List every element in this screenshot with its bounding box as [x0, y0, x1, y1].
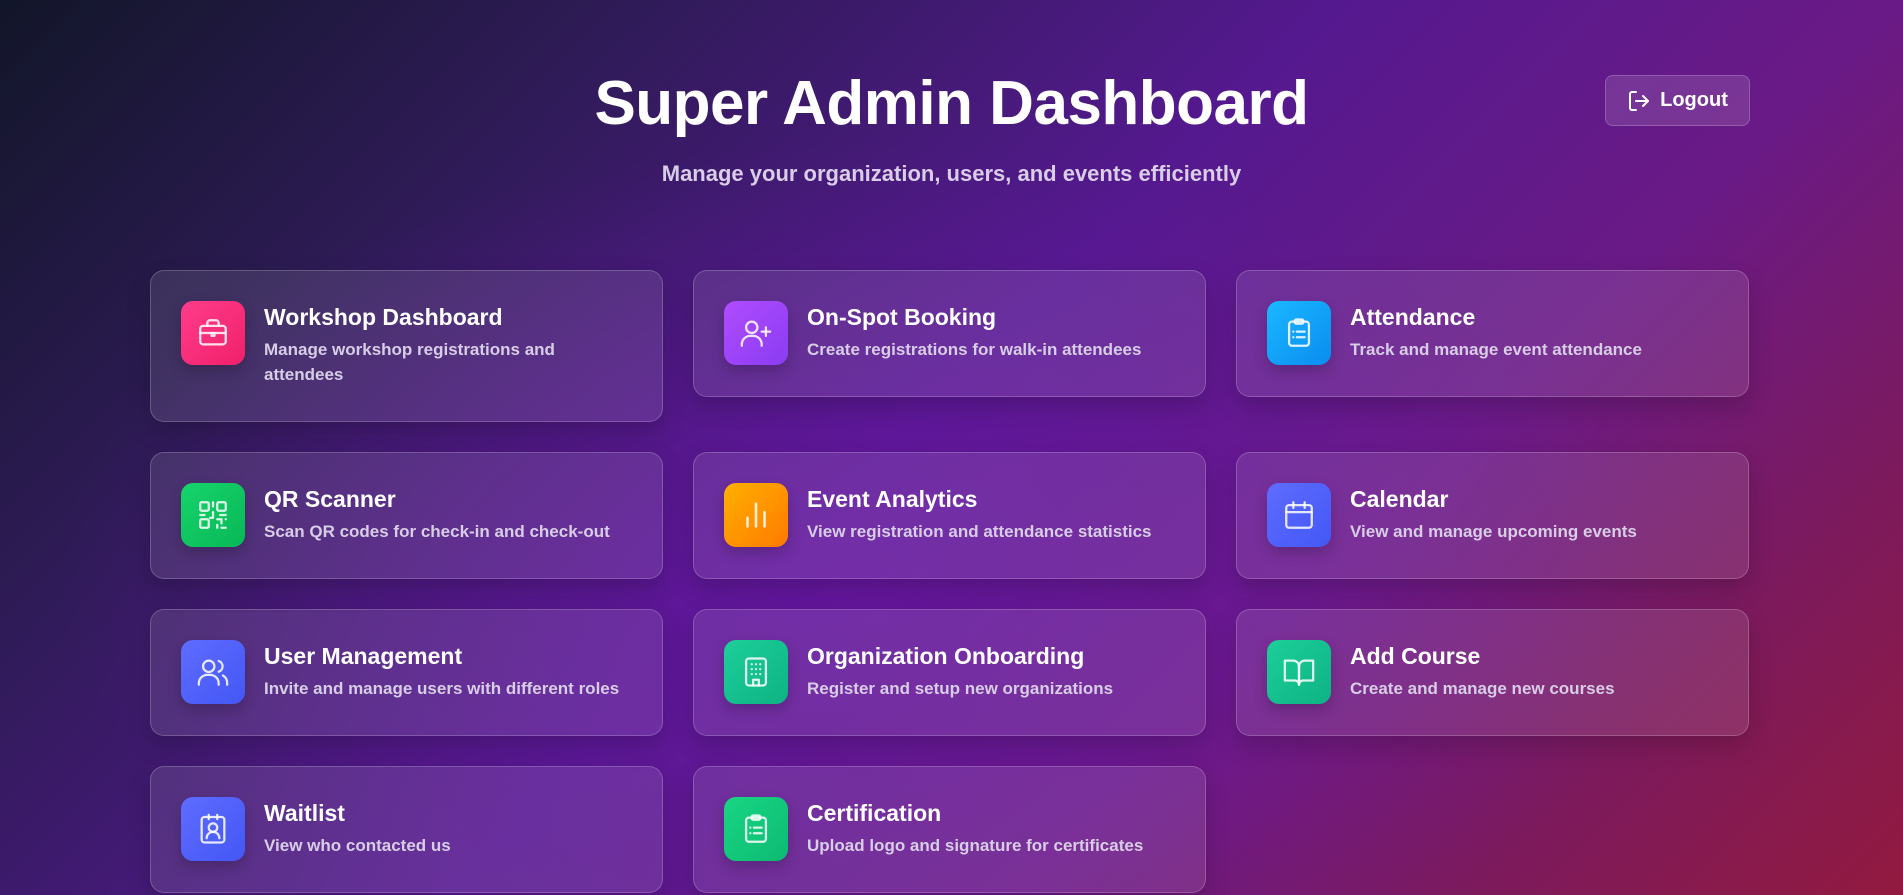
card-title: Certification: [807, 800, 942, 826]
card-description: Create and manage new courses: [1350, 679, 1615, 698]
card-qr-scanner[interactable]: QR Scanner Scan QR codes for check-in an…: [150, 452, 663, 579]
qr-code-icon: [181, 483, 245, 547]
users-icon: [181, 640, 245, 704]
logout-icon: [1627, 89, 1651, 113]
calendar-icon: [1267, 483, 1331, 547]
card-title: Waitlist: [264, 800, 345, 826]
card-description: View registration and attendance statist…: [807, 522, 1152, 541]
logout-button[interactable]: Logout: [1605, 75, 1750, 126]
card-calendar[interactable]: Calendar View and manage upcoming events: [1236, 452, 1749, 579]
card-description: Scan QR codes for check-in and check-out: [264, 522, 610, 541]
card-title: User Management: [264, 643, 463, 669]
clipboard-list-icon: [724, 797, 788, 861]
card-title: Event Analytics: [807, 486, 978, 512]
contact-icon: [181, 797, 245, 861]
clipboard-list-icon: [1267, 301, 1331, 365]
card-description: Track and manage event attendance: [1350, 340, 1642, 359]
card-certification[interactable]: Certification Upload logo and signature …: [693, 766, 1206, 893]
logout-label: Logout: [1660, 89, 1728, 111]
user-plus-icon: [724, 301, 788, 365]
card-workshop-dashboard[interactable]: Workshop Dashboard Manage workshop regis…: [150, 270, 663, 422]
card-attendance[interactable]: Attendance Track and manage event attend…: [1236, 270, 1749, 397]
card-waitlist[interactable]: Waitlist View who contacted us: [150, 766, 663, 893]
card-organization-onboarding[interactable]: Organization Onboarding Register and set…: [693, 609, 1206, 736]
card-title: Attendance: [1350, 304, 1476, 330]
card-event-analytics[interactable]: Event Analytics View registration and at…: [693, 452, 1206, 579]
card-user-management[interactable]: User Management Invite and manage users …: [150, 609, 663, 736]
card-description: Create registrations for walk-in attende…: [807, 340, 1142, 359]
card-title: Add Course: [1350, 643, 1481, 669]
card-on-spot-booking[interactable]: On-Spot Booking Create registrations for…: [693, 270, 1206, 397]
building-icon: [724, 640, 788, 704]
page-subtitle: Manage your organization, users, and eve…: [661, 161, 1242, 186]
card-description: Invite and manage users with different r…: [264, 679, 620, 698]
bar-chart-icon: [724, 483, 788, 547]
card-add-course[interactable]: Add Course Create and manage new courses: [1236, 609, 1749, 736]
card-title: Workshop Dashboard: [264, 304, 503, 330]
card-description: Manage workshop registrations and attend…: [264, 340, 555, 384]
briefcase-icon: [181, 301, 245, 365]
card-title: QR Scanner: [264, 486, 396, 512]
card-description: Upload logo and signature for certificat…: [807, 836, 1144, 855]
dashboard-grid: Workshop Dashboard Manage workshop regis…: [150, 270, 1750, 893]
card-title: Calendar: [1350, 486, 1449, 512]
card-description: View and manage upcoming events: [1350, 522, 1637, 541]
book-open-icon: [1267, 640, 1331, 704]
card-title: On-Spot Booking: [807, 304, 997, 330]
card-title: Organization Onboarding: [807, 643, 1085, 669]
card-description: View who contacted us: [264, 836, 451, 855]
card-description: Register and setup new organizations: [807, 679, 1114, 698]
